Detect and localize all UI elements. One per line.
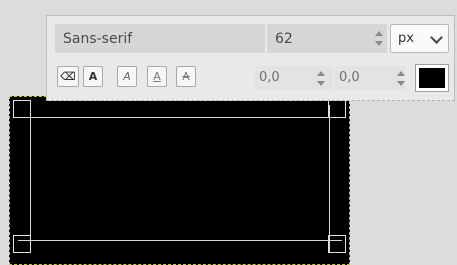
kerning-value: 0,0 <box>339 70 360 85</box>
chevron-down-icon[interactable] <box>397 81 405 86</box>
resize-handle-top-right[interactable] <box>328 100 346 118</box>
text-toolbox: Sans-serif 62 px ⌫ A A A A 0,0 0,0 <box>46 15 455 101</box>
underline-button[interactable]: A <box>147 66 167 87</box>
chevron-down-icon[interactable] <box>375 41 383 46</box>
resize-handle-bottom-left[interactable] <box>13 235 31 253</box>
font-family-value: Sans-serif <box>63 31 133 47</box>
text-color-swatch <box>419 68 445 88</box>
bold-button[interactable]: A <box>83 66 103 87</box>
baseline-offset-value: 0,0 <box>259 70 280 85</box>
italic-icon: A <box>123 70 131 83</box>
dropdown-arrow-icon <box>430 31 443 44</box>
italic-button[interactable]: A <box>117 66 137 87</box>
font-family-input[interactable]: Sans-serif <box>55 24 265 53</box>
clear-style-icon: ⌫ <box>60 70 76 83</box>
unit-selected-value: px <box>398 31 414 46</box>
resize-handle-top-left[interactable] <box>13 100 31 118</box>
baseline-offset-spinner[interactable] <box>315 64 327 93</box>
text-color-button[interactable] <box>415 64 449 92</box>
frame-right-line <box>329 105 330 253</box>
strikethrough-icon: A <box>182 70 190 83</box>
chevron-up-icon[interactable] <box>375 31 383 36</box>
chevron-down-icon[interactable] <box>317 81 325 86</box>
chevron-up-icon[interactable] <box>317 71 325 76</box>
text-layer-canvas[interactable] <box>9 96 350 265</box>
font-size-spinner[interactable] <box>373 24 385 53</box>
clear-style-button[interactable]: ⌫ <box>57 66 79 87</box>
font-size-value: 62 <box>275 31 293 47</box>
frame-top-line <box>18 117 342 118</box>
resize-handle-bottom-right[interactable] <box>328 235 346 253</box>
strikethrough-button[interactable]: A <box>176 66 196 87</box>
frame-left-line <box>30 105 31 253</box>
unit-dropdown[interactable]: px <box>390 24 449 53</box>
kerning-spinner[interactable] <box>395 64 407 93</box>
chevron-up-icon[interactable] <box>397 71 405 76</box>
frame-bottom-line <box>18 240 342 241</box>
underline-icon: A <box>153 70 161 83</box>
font-size-input[interactable]: 62 <box>267 24 387 53</box>
bold-icon: A <box>88 70 98 83</box>
